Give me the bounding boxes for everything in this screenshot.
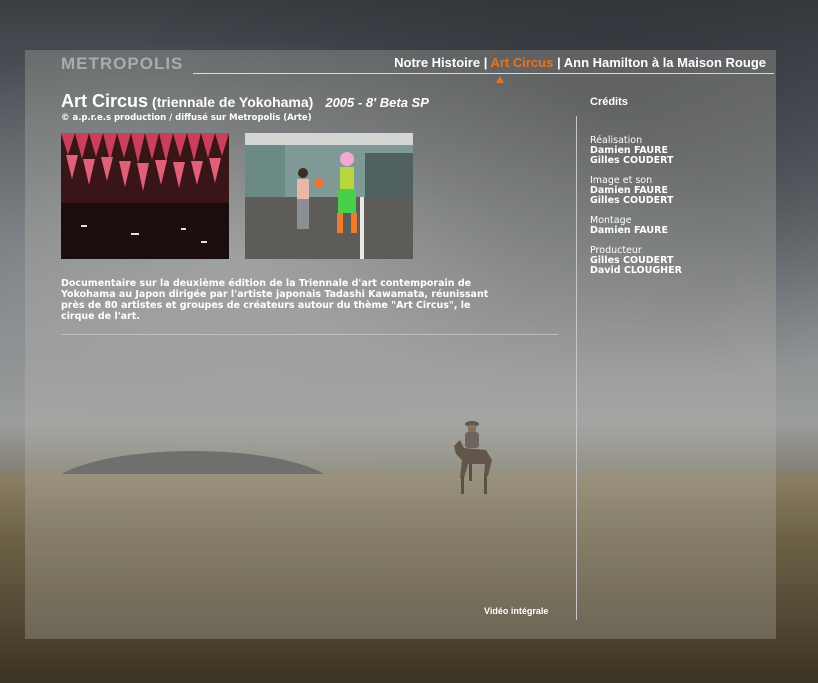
nav-divider xyxy=(193,73,774,74)
nav-item-art-circus[interactable]: Art Circus xyxy=(490,55,553,70)
site-logo[interactable]: METROPOLIS xyxy=(61,54,183,74)
credits-heading: Crédits xyxy=(590,96,628,108)
full-video-link[interactable]: Vidéo intégrale xyxy=(484,606,548,616)
film-subtitle: (triennale de Yokohama) xyxy=(152,94,314,110)
production-credit: © a.p.r.e.s production / diffusé sur Met… xyxy=(61,113,312,123)
nav-item-ann-hamilton[interactable]: Ann Hamilton à la Maison Rouge xyxy=(564,55,766,70)
top-navigation: Notre Histoire | Art Circus | Ann Hamilt… xyxy=(394,55,766,70)
description-divider xyxy=(61,334,558,335)
credit-name: Gilles COUDERT xyxy=(590,195,674,206)
thumbnail-performers-image[interactable] xyxy=(245,133,413,259)
page-title: Art Circus (triennale de Yokohama) 2005 - … xyxy=(61,91,429,112)
credits-list: Réalisation Damien FAURE Gilles COUDERT … xyxy=(590,136,682,286)
credit-name: David CLOUGHER xyxy=(590,265,682,276)
nav-item-notre-histoire[interactable]: Notre Histoire xyxy=(394,55,480,70)
film-description: Documentaire sur la deuxième édition de … xyxy=(61,278,489,322)
column-divider xyxy=(576,116,577,620)
credit-group-montage: Montage Damien FAURE xyxy=(590,216,682,236)
credit-group-image-son: Image et son Damien FAURE Gilles COUDERT xyxy=(590,176,682,206)
nav-separator: | xyxy=(556,55,564,70)
credit-group-producteur: Producteur Gilles COUDERT David CLOUGHER xyxy=(590,246,682,276)
credit-group-realisation: Réalisation Damien FAURE Gilles COUDERT xyxy=(590,136,682,166)
credit-name: Damien FAURE xyxy=(590,225,668,236)
thumbnail-installation-image[interactable] xyxy=(61,133,229,259)
active-nav-marker-icon xyxy=(496,76,504,83)
film-title: Art Circus xyxy=(61,91,149,111)
credit-name: Gilles COUDERT xyxy=(590,155,674,166)
film-meta: 2005 - 8' Beta SP xyxy=(325,95,429,110)
